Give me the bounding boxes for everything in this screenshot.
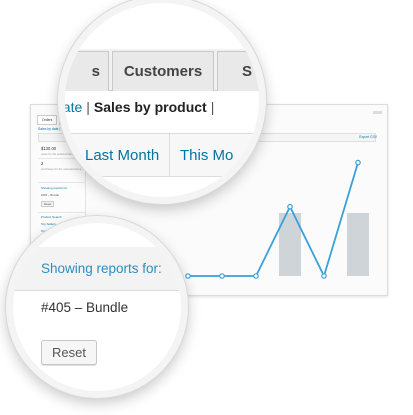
mini-reset-button[interactable]: Reset [41,201,55,207]
mini-divider [38,212,86,213]
sales-by-date-link[interactable]: date [65,99,82,115]
showing-reports-label: Showing reports for: [41,261,162,276]
tab-customers[interactable]: Customers [112,51,214,91]
selected-product: #405 – Bundle [41,300,129,315]
mini-product-search[interactable]: Product Search [41,215,62,219]
sales-by-product-link[interactable]: Sales by product [94,99,207,115]
magnifier-filter: Showing reports for: #405 – Bundle Reset [6,216,188,398]
mini-export-link[interactable]: Export CSV [359,135,377,139]
mini-product: #405 – Bundle [41,193,60,197]
range-this-month[interactable]: This Mo [169,133,243,177]
mini-count-value: 2 [41,161,44,166]
subnav-separator: | [86,99,90,115]
subnav-separator: | [210,99,215,115]
report-subnav: date|Sales by product| [65,99,218,115]
mini-stat-value: $130.00 [41,146,57,151]
help-tab[interactable] [373,111,382,114]
magnifier-tabs: s Customers S date|Sales by product| Las… [58,0,266,204]
mini-showing-label: Showing reports for: [41,186,68,190]
tab-orders[interactable]: s [65,51,109,91]
range-last-month[interactable]: Last Month [75,133,169,177]
tab-stock[interactable]: S [217,51,259,91]
mini-tab-orders[interactable]: Orders [37,115,58,125]
mini-divider [38,182,86,183]
reset-button[interactable]: Reset [41,340,97,365]
mini-top-sellers[interactable]: Top Sellers [41,222,56,226]
